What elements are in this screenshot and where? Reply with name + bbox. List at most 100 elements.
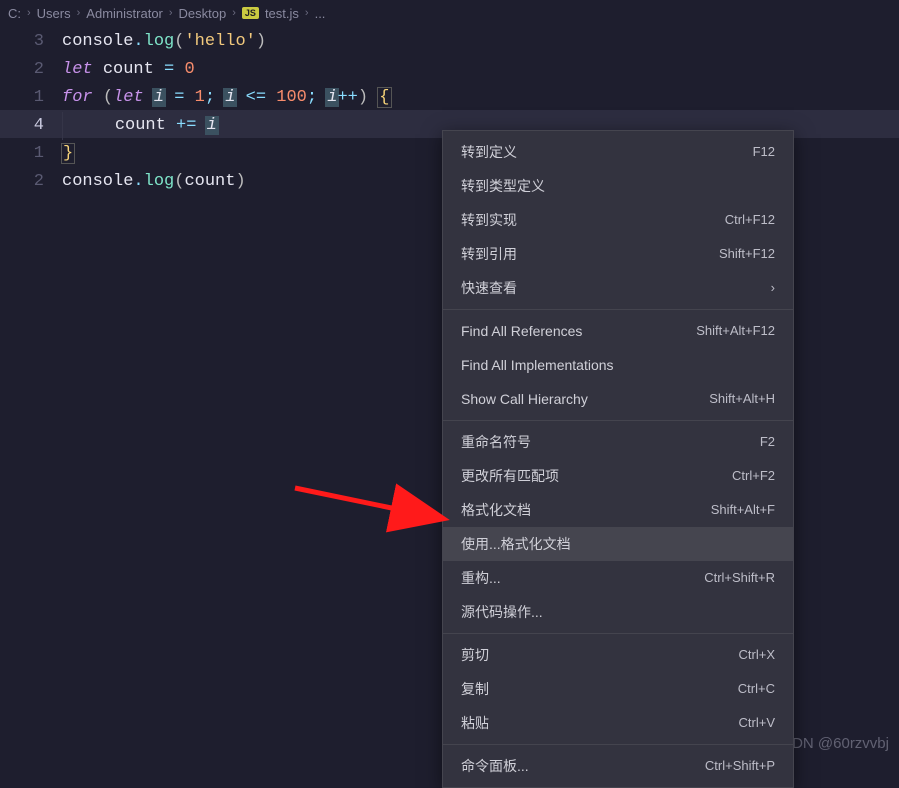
js-file-icon: JS [242, 7, 259, 19]
menu-shortcut: Ctrl+Shift+R [704, 561, 775, 595]
menu-shortcut: Shift+Alt+F [711, 493, 775, 527]
menu-divider [443, 309, 793, 310]
code-line[interactable]: for (let i = 1; i <= 100; i++) { [62, 84, 899, 112]
code-line[interactable]: console.log('hello') [62, 28, 899, 56]
breadcrumb-part[interactable]: Users [37, 6, 71, 21]
menu-label: 命令面板... [461, 749, 529, 783]
code-line[interactable]: let count = 0 [62, 56, 899, 84]
token-brace: { [377, 87, 391, 108]
arrow-annotation-icon [290, 478, 460, 538]
menu-label: 快速查看 [461, 271, 517, 305]
context-menu[interactable]: 转到定义 F12 转到类型定义 转到实现 Ctrl+F12 转到引用 Shift+F1… [442, 130, 794, 788]
menu-change-all-occurrences[interactable]: 更改所有匹配项Ctrl+F2 [443, 459, 793, 493]
menu-shortcut: F2 [760, 425, 775, 459]
token-brace: } [61, 143, 75, 164]
token-op: <= [246, 88, 266, 107]
menu-label: 剪切 [461, 638, 489, 672]
token-number: 1 [195, 88, 205, 107]
token-op: = [174, 88, 184, 107]
menu-label: 格式化文档 [461, 493, 531, 527]
token-keyword: let [62, 60, 93, 79]
token-var: count [103, 60, 154, 79]
token-var: count [184, 172, 235, 191]
chevron-right-icon: › [75, 7, 83, 19]
line-number-active: 4 [0, 112, 44, 140]
menu-label: Find All References [461, 314, 582, 348]
token-keyword: for [62, 88, 93, 107]
token-keyword: let [113, 88, 144, 107]
token-var-highlight: i [152, 88, 166, 107]
menu-shortcut: F12 [753, 135, 775, 169]
menu-label: 转到定义 [461, 135, 517, 169]
token-var: count [115, 116, 166, 135]
menu-find-all-implementations[interactable]: Find All Implementations [443, 348, 793, 382]
token-object: console [62, 172, 133, 191]
menu-show-call-hierarchy[interactable]: Show Call Hierarchy Shift+Alt+H [443, 382, 793, 416]
menu-format-document[interactable]: 格式化文档 Shift+Alt+F [443, 493, 793, 527]
breadcrumb-part[interactable]: Desktop [179, 6, 227, 21]
token-paren: ( [174, 172, 184, 191]
menu-label: 粘贴 [461, 706, 489, 740]
menu-command-palette[interactable]: 命令面板... Ctrl+Shift+P [443, 749, 793, 783]
menu-label: 使用...格式化文档 [461, 527, 571, 561]
menu-shortcut: Ctrl+F12 [725, 203, 775, 237]
token-method: log [144, 32, 175, 51]
menu-divider [443, 744, 793, 745]
menu-goto-definition[interactable]: 转到定义 F12 [443, 135, 793, 169]
menu-paste[interactable]: 粘贴 Ctrl+V [443, 706, 793, 740]
breadcrumb-part[interactable]: Administrator [86, 6, 163, 21]
breadcrumb-file[interactable]: test.js [265, 6, 299, 21]
menu-goto-type-definition[interactable]: 转到类型定义 [443, 169, 793, 203]
token-paren: ) [235, 172, 245, 191]
menu-copy[interactable]: 复制Ctrl+C [443, 672, 793, 706]
line-number: 1 [0, 140, 44, 168]
menu-goto-implementation[interactable]: 转到实现 Ctrl+F12 [443, 203, 793, 237]
menu-shortcut: Ctrl+Shift+P [705, 749, 775, 783]
token-object: console [62, 32, 133, 51]
token-string: 'hello' [184, 32, 255, 51]
menu-rename-symbol[interactable]: 重命名符号 F2 [443, 425, 793, 459]
menu-shortcut: Ctrl+V [739, 706, 775, 740]
menu-label: Show Call Hierarchy [461, 382, 588, 416]
line-number: 2 [0, 56, 44, 84]
menu-shortcut: Shift+Alt+H [709, 382, 775, 416]
token-op: += [176, 116, 196, 135]
menu-label: 更改所有匹配项 [461, 459, 559, 493]
token-var-highlight: i [223, 88, 237, 107]
chevron-right-icon: › [771, 271, 775, 305]
menu-shortcut: Shift+F12 [719, 237, 775, 271]
token-semi: ; [205, 88, 215, 107]
token-var-highlight: i [205, 116, 219, 135]
token-paren: ( [174, 32, 184, 51]
breadcrumb[interactable]: C:› Users› Administrator› Desktop› JS te… [0, 0, 899, 26]
menu-label: 转到实现 [461, 203, 517, 237]
menu-label: 重命名符号 [461, 425, 531, 459]
line-number: 3 [0, 28, 44, 56]
menu-format-document-with[interactable]: 使用...格式化文档 [443, 527, 793, 561]
chevron-right-icon: › [167, 7, 175, 19]
token-paren: ( [103, 88, 113, 107]
menu-source-action[interactable]: 源代码操作... [443, 595, 793, 629]
breadcrumb-tail[interactable]: ... [315, 6, 326, 21]
menu-find-all-references[interactable]: Find All References Shift+Alt+F12 [443, 314, 793, 348]
breadcrumb-part[interactable]: C: [8, 6, 21, 21]
chevron-right-icon: › [230, 7, 238, 19]
token-semi: ; [307, 88, 317, 107]
menu-goto-references[interactable]: 转到引用 Shift+F12 [443, 237, 793, 271]
chevron-right-icon: › [303, 7, 311, 19]
menu-cut[interactable]: 剪切Ctrl+X [443, 638, 793, 672]
indent-guide [62, 112, 74, 140]
token-paren: ) [358, 88, 368, 107]
token-op: = [164, 60, 174, 79]
menu-label: 源代码操作... [461, 595, 543, 629]
menu-shortcut: Shift+Alt+F12 [696, 314, 775, 348]
token-dot: . [133, 172, 143, 191]
line-number-gutter: 3 2 1 4 1 2 [0, 28, 62, 196]
token-number: 100 [276, 88, 307, 107]
menu-refactor[interactable]: 重构...Ctrl+Shift+R [443, 561, 793, 595]
token-dot: . [133, 32, 143, 51]
menu-label: 转到引用 [461, 237, 517, 271]
line-number: 1 [0, 84, 44, 112]
menu-peek[interactable]: 快速查看 › [443, 271, 793, 305]
menu-label: 复制 [461, 672, 489, 706]
